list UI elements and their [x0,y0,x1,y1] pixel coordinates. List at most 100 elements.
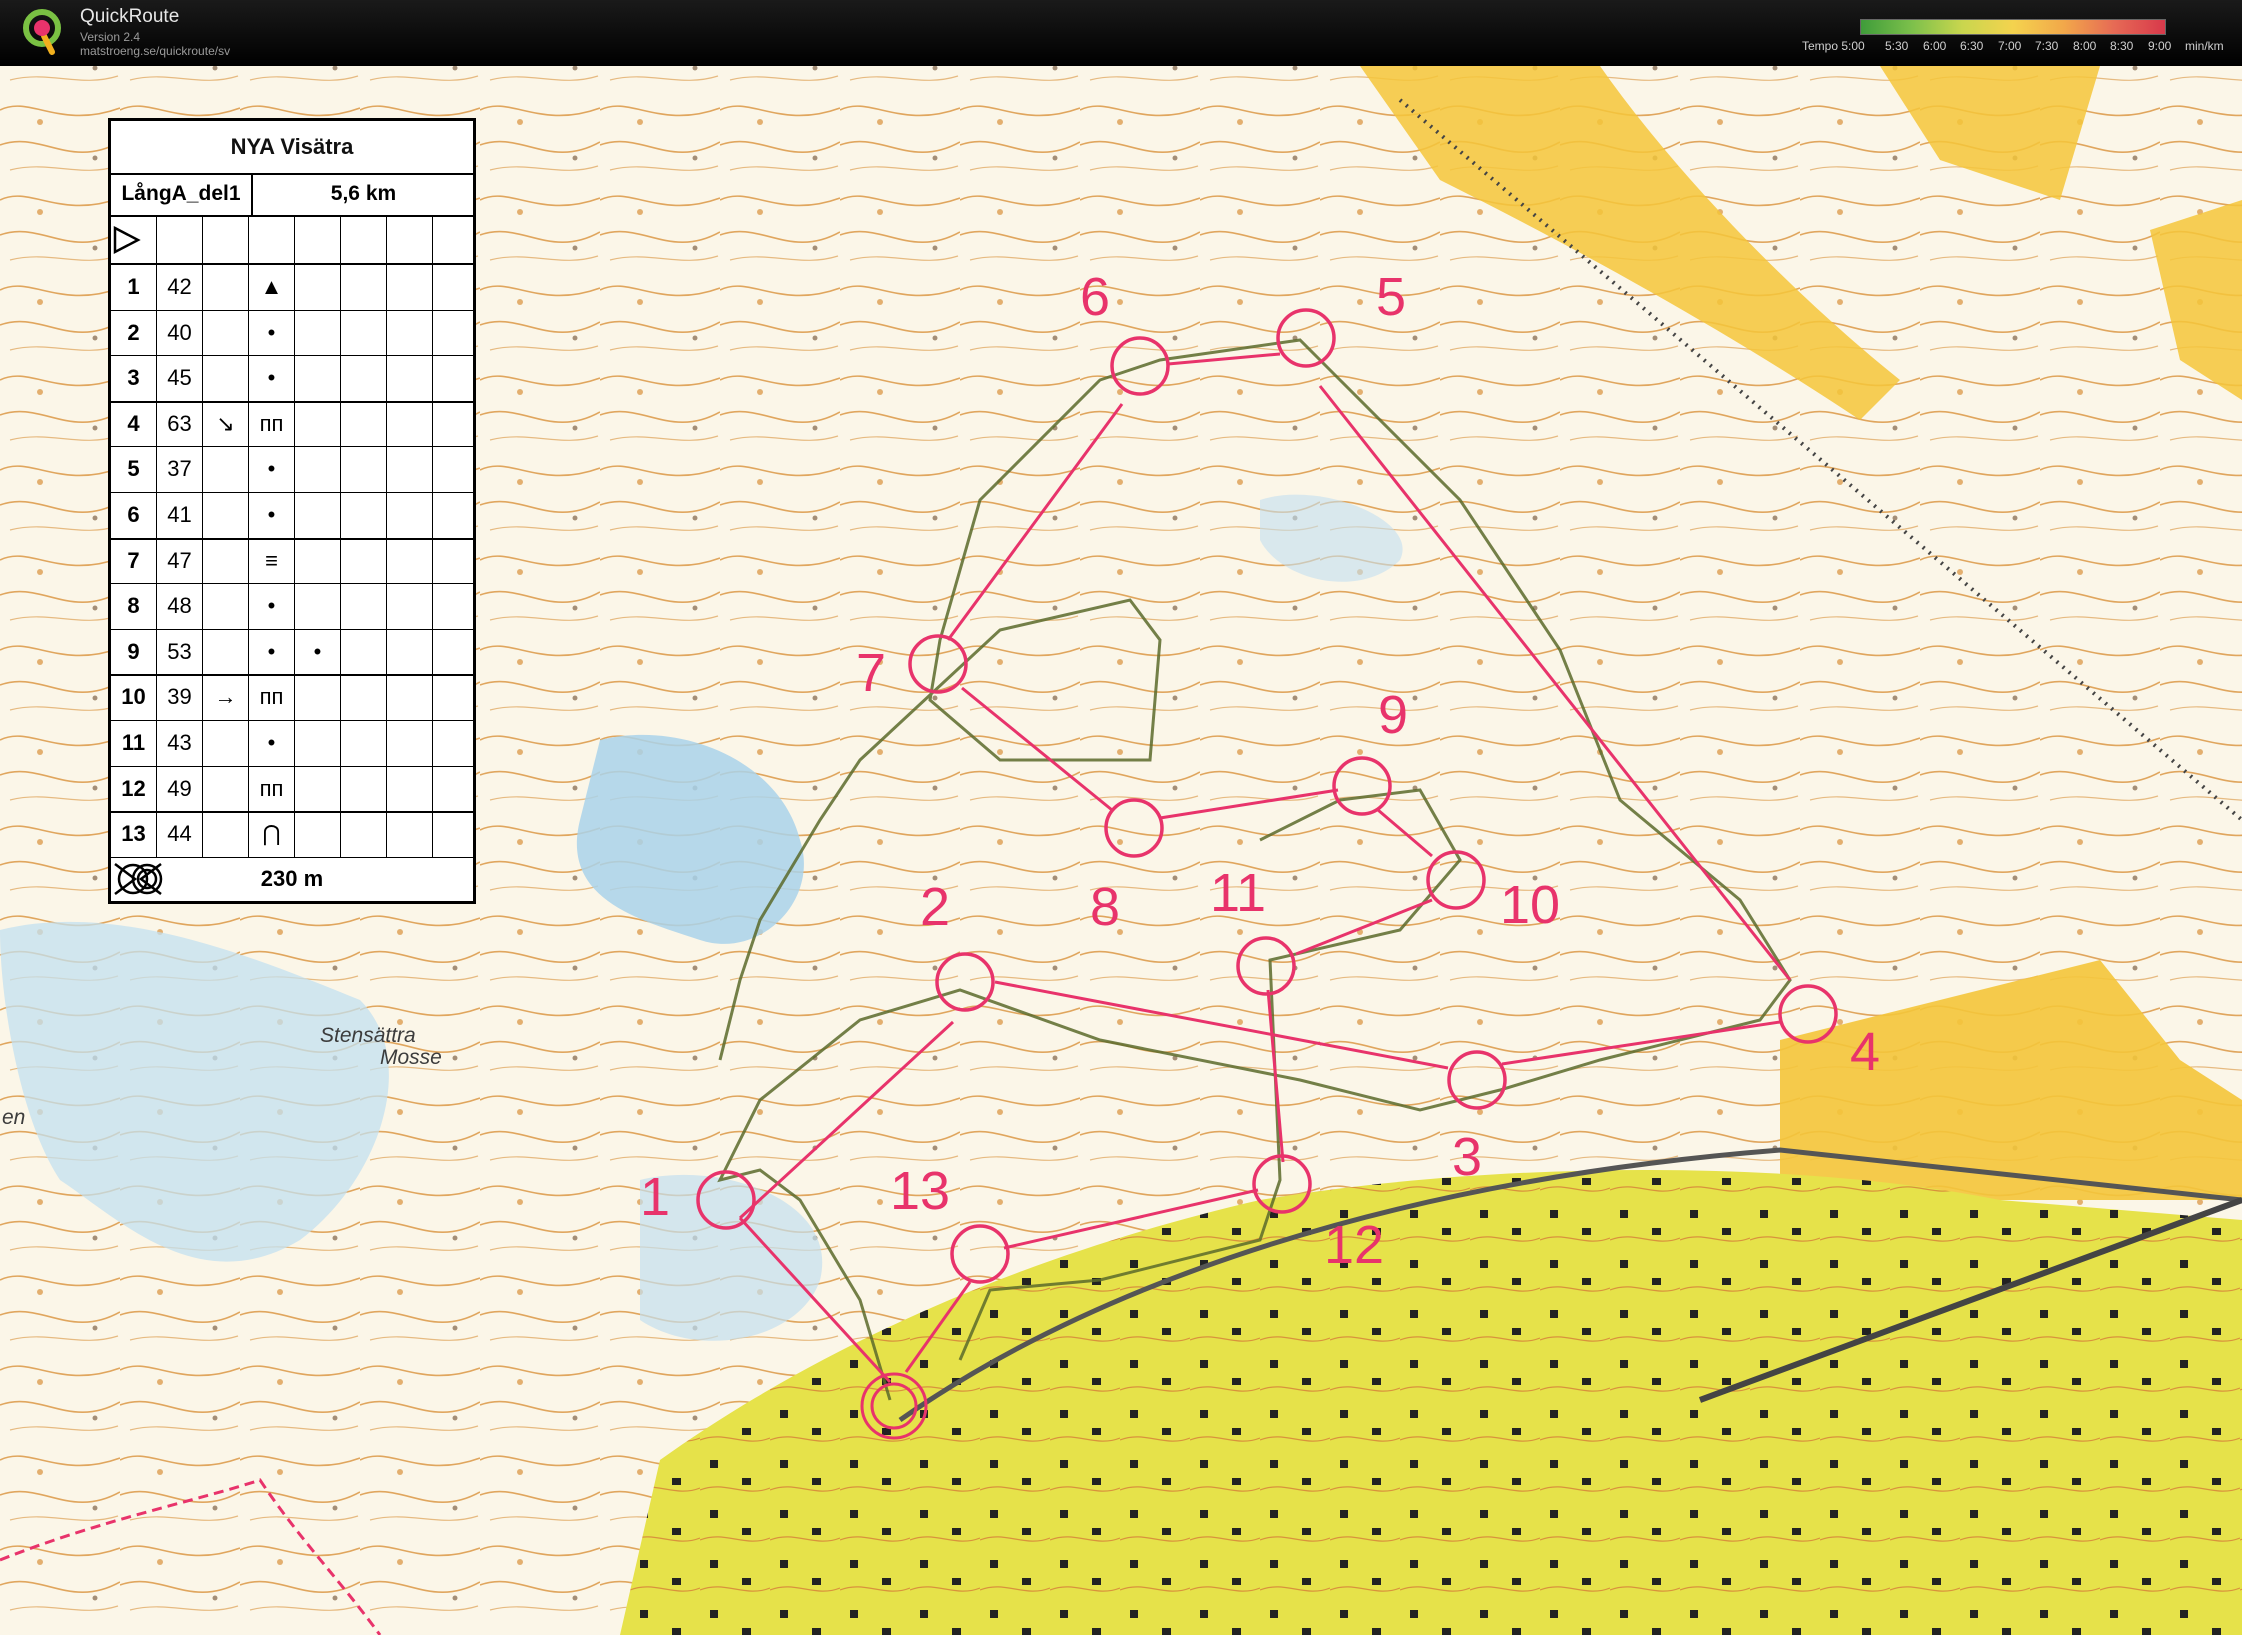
event-name: NYA Visätra [111,121,473,175]
feature-symbol: • [249,355,295,401]
feature-detail [295,446,341,492]
control-number: 3 [111,355,157,401]
direction-symbol [203,309,249,356]
tempo-label: 9:00 [2148,39,2172,53]
empty-cell [341,537,387,584]
control-row: 12 49 ᴨᴨ [111,765,473,814]
app-version: Version 2.4 [80,30,141,44]
tempo-label: 6:00 [1923,39,1947,53]
feature-symbol: • [249,720,295,766]
empty-cell [341,446,387,492]
empty-cell [387,309,433,356]
control-number-12: 12 [1324,1215,1385,1275]
control-number-7: 7 [856,643,887,703]
control-number: 9 [111,628,157,675]
empty-cell [341,309,387,356]
app-name: QuickRoute [80,6,180,27]
control-number: 11 [111,720,157,766]
orienteering-map[interactable]: Stensättra Mosse en 1 2 3 4 5 6 7 8 9 10… [0,66,2242,1635]
feature-symbol: ≡ [249,537,295,584]
control-code: 44 [157,811,203,857]
tempo-label: 7:00 [1998,39,2022,53]
quickroute-logo-icon [23,9,61,55]
feature-detail [295,264,341,310]
control-row: 5 37 • [111,446,473,493]
feature-detail [295,400,341,447]
feature-symbol: • [249,628,295,675]
direction-symbol [203,355,249,401]
control-location-icon [433,674,476,720]
control-location-icon [433,310,476,356]
empty-cell [341,492,387,538]
control-description-sheet: NYA Visätra LångA_del1 5,6 km 1 42 ▲ 2 40 • 3 4… [108,118,476,904]
control-number: 4 [111,400,157,447]
empty-cell [341,400,387,447]
place-label: Stensättra [320,1024,416,1047]
feature-symbol: ᴨᴨ [249,765,295,812]
direction-symbol [203,446,249,492]
control-row: 9 53 • • [111,628,476,677]
control-number: 1 [111,264,157,310]
empty-cell [387,765,433,812]
feature-detail [295,355,341,401]
control-location-icon [433,811,476,857]
place-label: en [2,1106,26,1129]
control-code: 37 [157,446,203,492]
control-number: 2 [111,309,157,356]
feature-detail [295,492,341,538]
tempo-label: 8:00 [2073,39,2097,53]
tempo-color-bar [1860,19,2166,35]
control-row: 7 47 ≡ [111,537,476,585]
finish-distance: 230 m [260,866,324,891]
feature-detail [295,811,341,857]
feature-symbol: • [249,583,295,629]
control-row: 10 39 → ᴨᴨ [111,674,473,721]
tempo-label: 8:30 [2110,39,2134,53]
control-number-6: 6 [1080,267,1111,327]
control-code: 42 [157,264,203,310]
feature-detail [295,674,341,720]
control-row: 13 44 ⋂ [111,811,473,858]
feature-symbol: ᴨᴨ [249,674,295,720]
place-label: Mosse [380,1046,442,1069]
control-number: 8 [111,583,157,629]
control-number-9: 9 [1378,685,1409,745]
feature-detail [295,765,341,812]
control-row: 11 43 • [111,720,473,767]
control-code: 45 [157,355,203,401]
empty-cell [387,400,433,447]
feature-symbol: • [249,446,295,492]
control-location-icon [433,538,476,584]
empty-cell [387,811,433,857]
app-header: QuickRoute Version 2.4 matstroeng.se/qui… [0,0,2242,67]
app-url[interactable]: matstroeng.se/quickroute/sv [80,44,230,58]
empty-cell [387,583,433,629]
control-number: 13 [111,811,157,857]
control-code: 40 [157,309,203,356]
empty-cell [387,628,433,675]
feature-symbol: ▲ [249,264,295,310]
control-row: 6 41 • [111,492,473,540]
direction-symbol [203,811,249,857]
empty-cell [387,674,433,720]
finish-circle-icon [114,863,163,895]
start-triangle-icon [111,217,157,263]
direction-symbol [203,583,249,629]
empty-cell [341,720,387,766]
feature-detail [295,537,341,584]
control-location-icon [433,629,476,675]
empty-cell [387,537,433,584]
control-code: 39 [157,674,203,720]
empty-cell [341,264,387,310]
empty-cell [387,355,433,401]
control-number: 6 [111,492,157,538]
direction-symbol [203,765,249,812]
control-number-8: 8 [1090,877,1121,937]
direction-symbol [203,264,249,310]
empty-cell [341,583,387,629]
control-code: 63 [157,400,203,447]
empty-cell [341,628,387,675]
control-code: 53 [157,628,203,675]
control-number-2: 2 [920,877,951,937]
empty-cell [341,811,387,857]
